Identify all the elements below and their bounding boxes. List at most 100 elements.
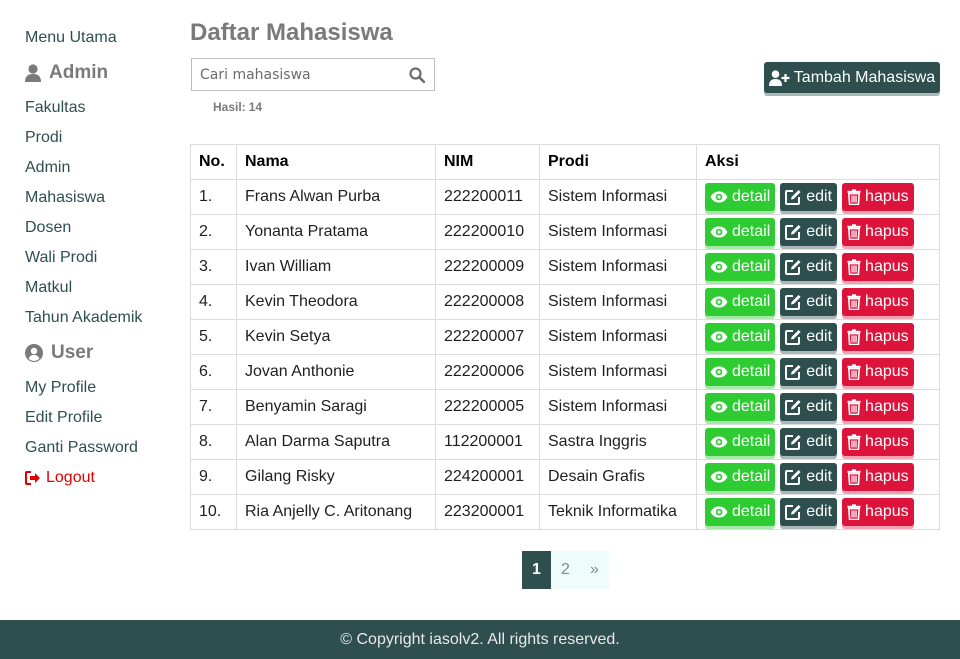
cell-no: 3. [190, 249, 237, 285]
cell-no: 7. [190, 389, 237, 425]
edit-button[interactable]: edit [780, 323, 838, 351]
pencil-square-icon [785, 225, 801, 240]
cell-nama: Ria Anjelly C. Aritonang [236, 494, 436, 530]
sidebar-section-admin: Admin [25, 53, 175, 93]
sidebar-item-menu-utama[interactable]: Menu Utama [25, 23, 175, 53]
sidebar-item-edit-profile[interactable]: Edit Profile [25, 403, 175, 433]
sidebar-item-my-profile[interactable]: My Profile [25, 373, 175, 403]
page-1-button[interactable]: 1 [522, 551, 551, 589]
edit-label: edit [806, 363, 833, 380]
delete-button[interactable]: hapus [842, 288, 914, 316]
cell-aksi: detail edit hapus [696, 214, 940, 250]
detail-button[interactable]: detail [705, 428, 776, 456]
cell-no: 9. [190, 459, 237, 495]
cell-prodi: Sastra Inggris [539, 424, 697, 460]
delete-button[interactable]: hapus [842, 358, 914, 386]
detail-button[interactable]: detail [705, 463, 776, 491]
cell-no: 1. [190, 179, 237, 215]
delete-button[interactable]: hapus [842, 498, 914, 526]
detail-button[interactable]: detail [705, 253, 776, 281]
detail-label: detail [732, 328, 771, 345]
edit-label: edit [806, 328, 833, 345]
pagination: 1 2 » [522, 551, 609, 589]
user-plus-icon [768, 69, 790, 86]
delete-button[interactable]: hapus [842, 253, 914, 281]
sidebar: Menu Utama Admin Fakultas Prodi Admin Ma… [25, 23, 175, 493]
sidebar-item-wali-prodi[interactable]: Wali Prodi [25, 243, 175, 273]
footer: © Copyright iasolv2. All rights reserved… [0, 620, 960, 659]
detail-button[interactable]: detail [705, 358, 776, 386]
trash-icon [847, 504, 861, 520]
search-icon[interactable] [409, 66, 425, 83]
pencil-square-icon [785, 400, 801, 415]
table-row: 10. Ria Anjelly C. Aritonang 223200001 Tekn… [190, 494, 940, 530]
page-title: Daftar Mahasiswa [190, 19, 393, 46]
edit-button[interactable]: edit [780, 393, 838, 421]
detail-label: detail [732, 258, 771, 275]
delete-button[interactable]: hapus [842, 393, 914, 421]
eye-icon [710, 191, 728, 203]
edit-button[interactable]: edit [780, 253, 838, 281]
delete-button[interactable]: hapus [842, 463, 914, 491]
detail-button[interactable]: detail [705, 288, 776, 316]
student-table: No. Nama NIM Prodi Aksi 1. Frans Alwan Pu… [190, 144, 940, 530]
edit-button[interactable]: edit [780, 218, 838, 246]
delete-button[interactable]: hapus [842, 428, 914, 456]
sidebar-item-logout[interactable]: Logout [25, 463, 175, 493]
delete-button[interactable]: hapus [842, 323, 914, 351]
detail-button[interactable]: detail [705, 393, 776, 421]
sidebar-section-title: User [51, 342, 94, 363]
next-page-button[interactable]: » [580, 551, 609, 589]
detail-button[interactable]: detail [705, 323, 776, 351]
delete-button[interactable]: hapus [842, 218, 914, 246]
hapus-label: hapus [865, 398, 909, 415]
add-student-button[interactable]: Tambah Mahasiswa [764, 62, 940, 93]
sidebar-item-tahun-akademik[interactable]: Tahun Akademik [25, 303, 175, 333]
user-circle-icon [25, 344, 43, 362]
header-nama: Nama [236, 144, 436, 180]
edit-button[interactable]: edit [780, 428, 838, 456]
sidebar-item-mahasiswa[interactable]: Mahasiswa [25, 183, 175, 213]
detail-button[interactable]: detail [705, 183, 776, 211]
footer-copyright: © Copyright iasolv2. All rights reserved… [340, 630, 620, 648]
edit-button[interactable]: edit [780, 288, 838, 316]
cell-aksi: detail edit hapus [696, 284, 940, 320]
sidebar-item-matkul[interactable]: Matkul [25, 273, 175, 303]
edit-button[interactable]: edit [780, 498, 838, 526]
row-actions: detail edit hapus [705, 253, 931, 281]
header-no: No. [190, 144, 237, 180]
sidebar-item-prodi[interactable]: Prodi [25, 123, 175, 153]
cell-nama: Kevin Theodora [236, 284, 436, 320]
cell-nim: 112200001 [435, 424, 540, 460]
hapus-label: hapus [865, 328, 909, 345]
search-input[interactable] [192, 59, 409, 90]
trash-icon [847, 434, 861, 450]
result-value: 14 [248, 100, 263, 114]
table-row: 2. Yonanta Pratama 222200010 Sistem Informa… [190, 214, 940, 250]
cell-no: 2. [190, 214, 237, 250]
edit-button[interactable]: edit [780, 463, 838, 491]
detail-button[interactable]: detail [705, 218, 776, 246]
cell-prodi: Sistem Informasi [539, 319, 697, 355]
pencil-square-icon [785, 470, 801, 485]
cell-aksi: detail edit hapus [696, 424, 940, 460]
edit-button[interactable]: edit [780, 183, 838, 211]
delete-button[interactable]: hapus [842, 183, 914, 211]
sidebar-item-admin[interactable]: Admin [25, 153, 175, 183]
cell-prodi: Sistem Informasi [539, 249, 697, 285]
detail-button[interactable]: detail [705, 498, 776, 526]
cell-prodi: Sistem Informasi [539, 389, 697, 425]
cell-prodi: Teknik Informatika [539, 494, 697, 530]
edit-button[interactable]: edit [780, 358, 838, 386]
page-2-button[interactable]: 2 [551, 551, 580, 589]
sidebar-section-title: Admin [49, 62, 109, 83]
sidebar-item-dosen[interactable]: Dosen [25, 213, 175, 243]
trash-icon [847, 189, 861, 205]
cell-nama: Ivan William [236, 249, 436, 285]
cell-no: 5. [190, 319, 237, 355]
table-row: 4. Kevin Theodora 222200008 Sistem Informas… [190, 284, 940, 320]
edit-label: edit [806, 188, 833, 205]
sidebar-item-ganti-password[interactable]: Ganti Password [25, 433, 175, 463]
row-actions: detail edit hapus [705, 498, 931, 526]
sidebar-item-fakultas[interactable]: Fakultas [25, 93, 175, 123]
